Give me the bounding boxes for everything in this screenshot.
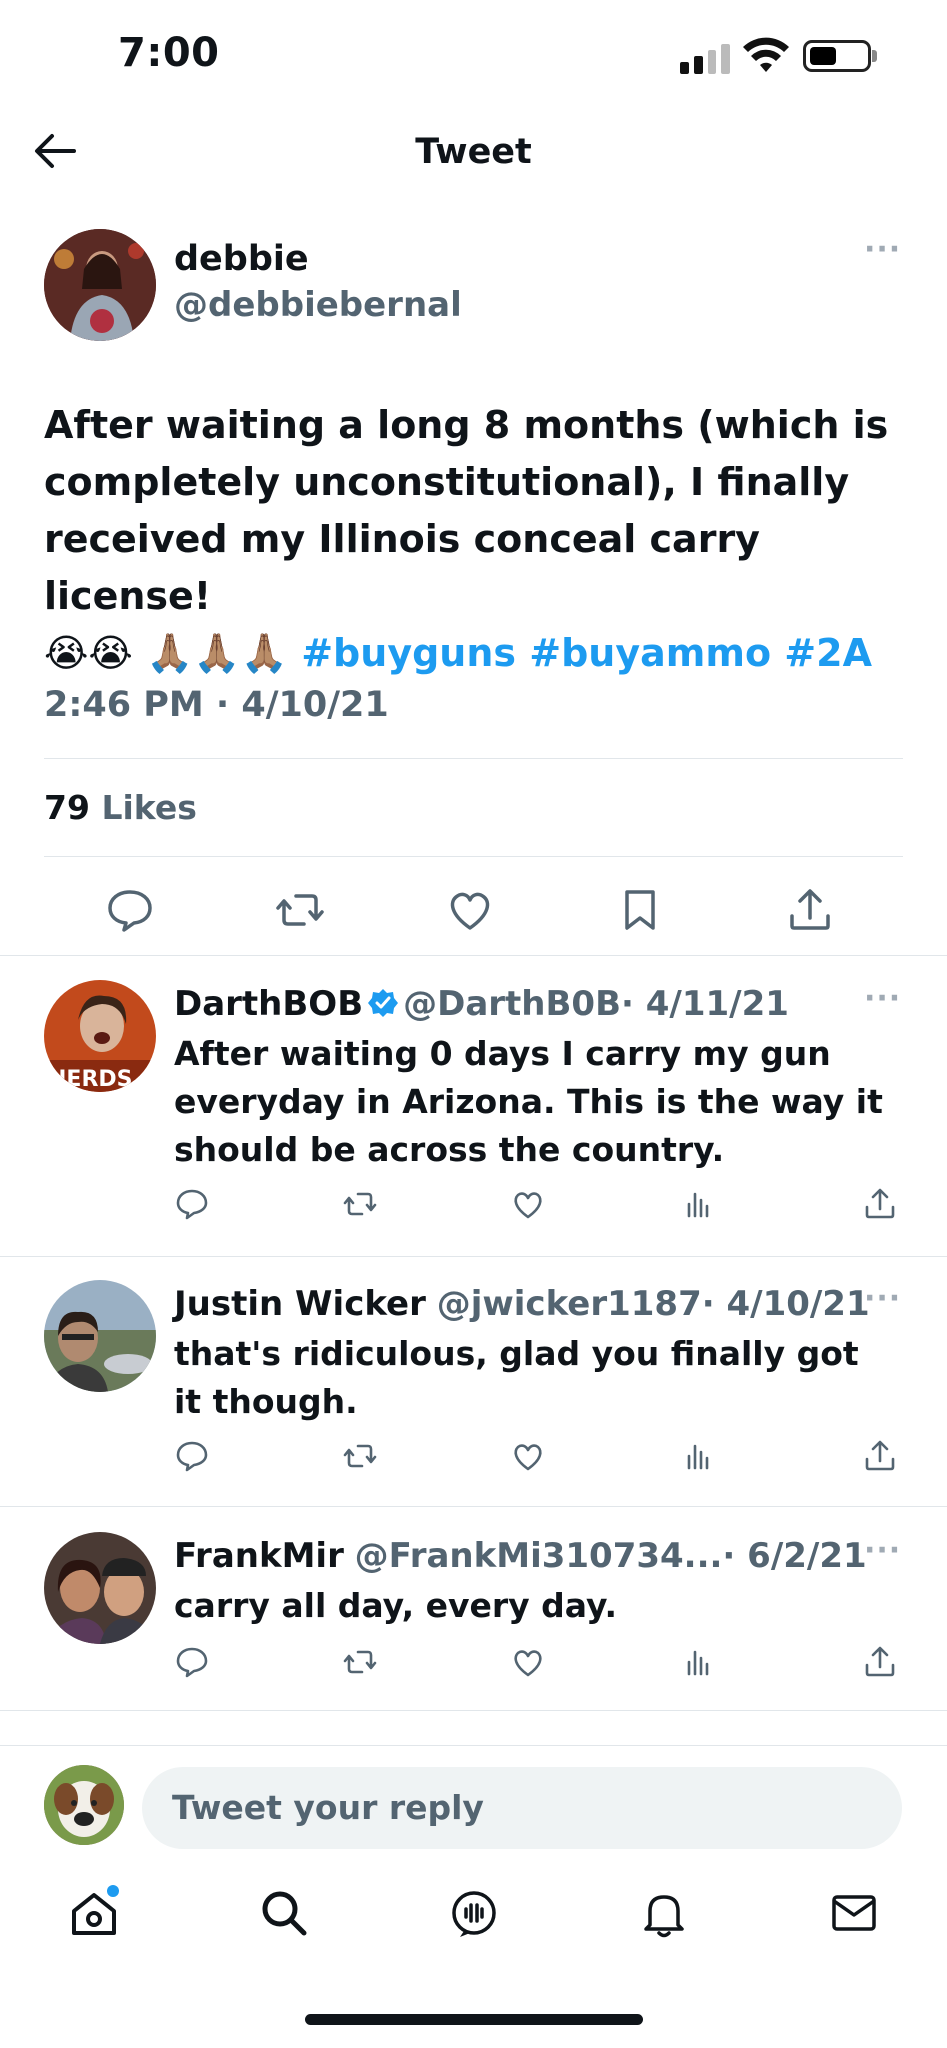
retweet-icon[interactable]	[342, 1438, 378, 1474]
share-icon[interactable]	[862, 1644, 898, 1680]
like-icon[interactable]	[442, 882, 498, 938]
author-handle[interactable]: @debbiebernal	[174, 285, 462, 325]
avatar[interactable]	[44, 1532, 156, 1644]
notifications-icon[interactable]	[636, 1885, 692, 1941]
more-icon[interactable]: ···	[864, 235, 904, 265]
divider	[0, 1745, 947, 1746]
retweet-icon[interactable]	[342, 1644, 378, 1680]
status-bar: 7:00	[0, 0, 947, 110]
tweet-text-line: received my Illinois conceal carry licen…	[44, 517, 760, 618]
reply-text: that's ridiculous, glad you finally got …	[174, 1334, 859, 1421]
reply-action-bar	[0, 1644, 947, 1684]
svg-text:NERDS: NERDS	[48, 1067, 133, 1092]
likes-count: 79	[44, 788, 90, 827]
reply-icon[interactable]	[174, 1644, 210, 1680]
cellular-signal-icon	[680, 40, 730, 74]
likes-row[interactable]: 79 Likes	[44, 788, 197, 827]
author-name[interactable]: debbie	[174, 239, 309, 279]
more-icon[interactable]: ···	[864, 1284, 904, 1314]
reply-tweet[interactable]: FrankMir @FrankMi310734...· 6/2/21 ··· c…	[0, 1532, 947, 1712]
divider	[0, 1256, 947, 1257]
divider	[0, 1506, 947, 1507]
home-indicator	[305, 2014, 643, 2025]
divider	[0, 955, 947, 956]
reply-text: After waiting 0 days I carry my gun ever…	[174, 1034, 883, 1169]
nav-header: Tweet	[0, 112, 947, 192]
tweet-text-line: 😭😭 🙏🏽🙏🏽🙏🏽 #buyguns #buyammo #2A	[44, 625, 914, 682]
reply-header: FrankMir @FrankMi310734...· 6/2/21	[174, 1536, 867, 1576]
reply-action-bar	[0, 1438, 947, 1478]
retweet-icon[interactable]	[342, 1186, 378, 1222]
notification-dot	[107, 1885, 119, 1897]
reply-header: DarthBOB @DarthB0B· 4/11/21	[174, 984, 789, 1024]
like-icon[interactable]	[510, 1186, 546, 1222]
hashtag-link[interactable]: #buyammo	[529, 631, 771, 675]
more-icon[interactable]: ···	[864, 984, 904, 1014]
divider	[0, 1710, 947, 1711]
views-icon[interactable]	[680, 1438, 716, 1474]
reply-icon[interactable]	[174, 1186, 210, 1222]
reply-tweet[interactable]: NERDS DarthBOB @DarthB0B· 4/11/21 ··· Aft…	[0, 980, 947, 1250]
divider	[44, 856, 903, 857]
reply-compose-bar: Tweet your reply	[0, 1745, 947, 1875]
retweet-icon[interactable]	[272, 882, 328, 938]
reply-date: · 4/11/21	[621, 984, 789, 1024]
page-title: Tweet	[415, 132, 532, 172]
avatar[interactable]	[44, 1280, 156, 1392]
emoji-group: 😭😭 🙏🏽🙏🏽🙏🏽	[44, 631, 288, 675]
battery-icon	[803, 40, 871, 72]
avatar[interactable]	[44, 1765, 124, 1845]
reply-author-handle[interactable]: @DarthB0B	[403, 984, 621, 1024]
bookmark-icon[interactable]	[612, 882, 668, 938]
reply-author-name[interactable]: FrankMir	[174, 1536, 344, 1576]
reply-header: Justin Wicker @jwicker1187· 4/10/21	[174, 1284, 870, 1324]
reply-icon[interactable]	[102, 882, 158, 938]
reply-date: · 6/2/21	[722, 1536, 867, 1576]
views-icon[interactable]	[680, 1186, 716, 1222]
hashtag-link[interactable]: #buyguns	[301, 631, 516, 675]
divider	[44, 758, 903, 759]
status-time: 7:00	[118, 30, 220, 76]
battery-cap	[872, 50, 877, 62]
tweet-action-bar	[0, 882, 947, 952]
reply-tweet[interactable]: Justin Wicker @jwicker1187· 4/10/21 ··· …	[0, 1280, 947, 1500]
reply-author-name[interactable]: Justin Wicker	[174, 1284, 426, 1324]
avatar[interactable]	[44, 229, 156, 341]
more-icon[interactable]: ···	[864, 1536, 904, 1566]
verified-badge-icon	[368, 989, 399, 1017]
reply-text: carry all day, every day.	[174, 1586, 618, 1625]
share-icon[interactable]	[862, 1186, 898, 1222]
reply-input[interactable]: Tweet your reply	[142, 1767, 902, 1849]
like-icon[interactable]	[510, 1438, 546, 1474]
bottom-tab-bar	[0, 1875, 947, 1965]
share-icon[interactable]	[782, 882, 838, 938]
avatar[interactable]: NERDS	[44, 980, 156, 1092]
reply-author-handle[interactable]: @FrankMi310734...	[355, 1536, 723, 1576]
like-icon[interactable]	[510, 1644, 546, 1680]
tweet-text: After waiting a long 8 months (which is …	[44, 397, 914, 682]
reply-icon[interactable]	[174, 1438, 210, 1474]
reply-date: · 4/10/21	[701, 1284, 870, 1324]
tweet-text-line: completely unconstitutional), I finally	[44, 460, 850, 504]
views-icon[interactable]	[680, 1644, 716, 1680]
spaces-icon[interactable]	[446, 1885, 502, 1941]
tweet-text-line: After waiting a long 8 months (which is	[44, 403, 889, 447]
search-icon[interactable]	[256, 1885, 312, 1941]
wifi-icon	[743, 37, 789, 72]
likes-label: Likes	[101, 788, 197, 827]
reply-author-handle[interactable]: @jwicker1187	[437, 1284, 702, 1324]
reply-author-name[interactable]: DarthBOB	[174, 984, 363, 1024]
share-icon[interactable]	[862, 1438, 898, 1474]
hashtag-link[interactable]: #2A	[784, 631, 872, 675]
messages-icon[interactable]	[826, 1885, 882, 1941]
reply-action-bar	[0, 1186, 947, 1226]
tweet-timestamp[interactable]: 2:46 PM · 4/10/21	[44, 685, 389, 725]
